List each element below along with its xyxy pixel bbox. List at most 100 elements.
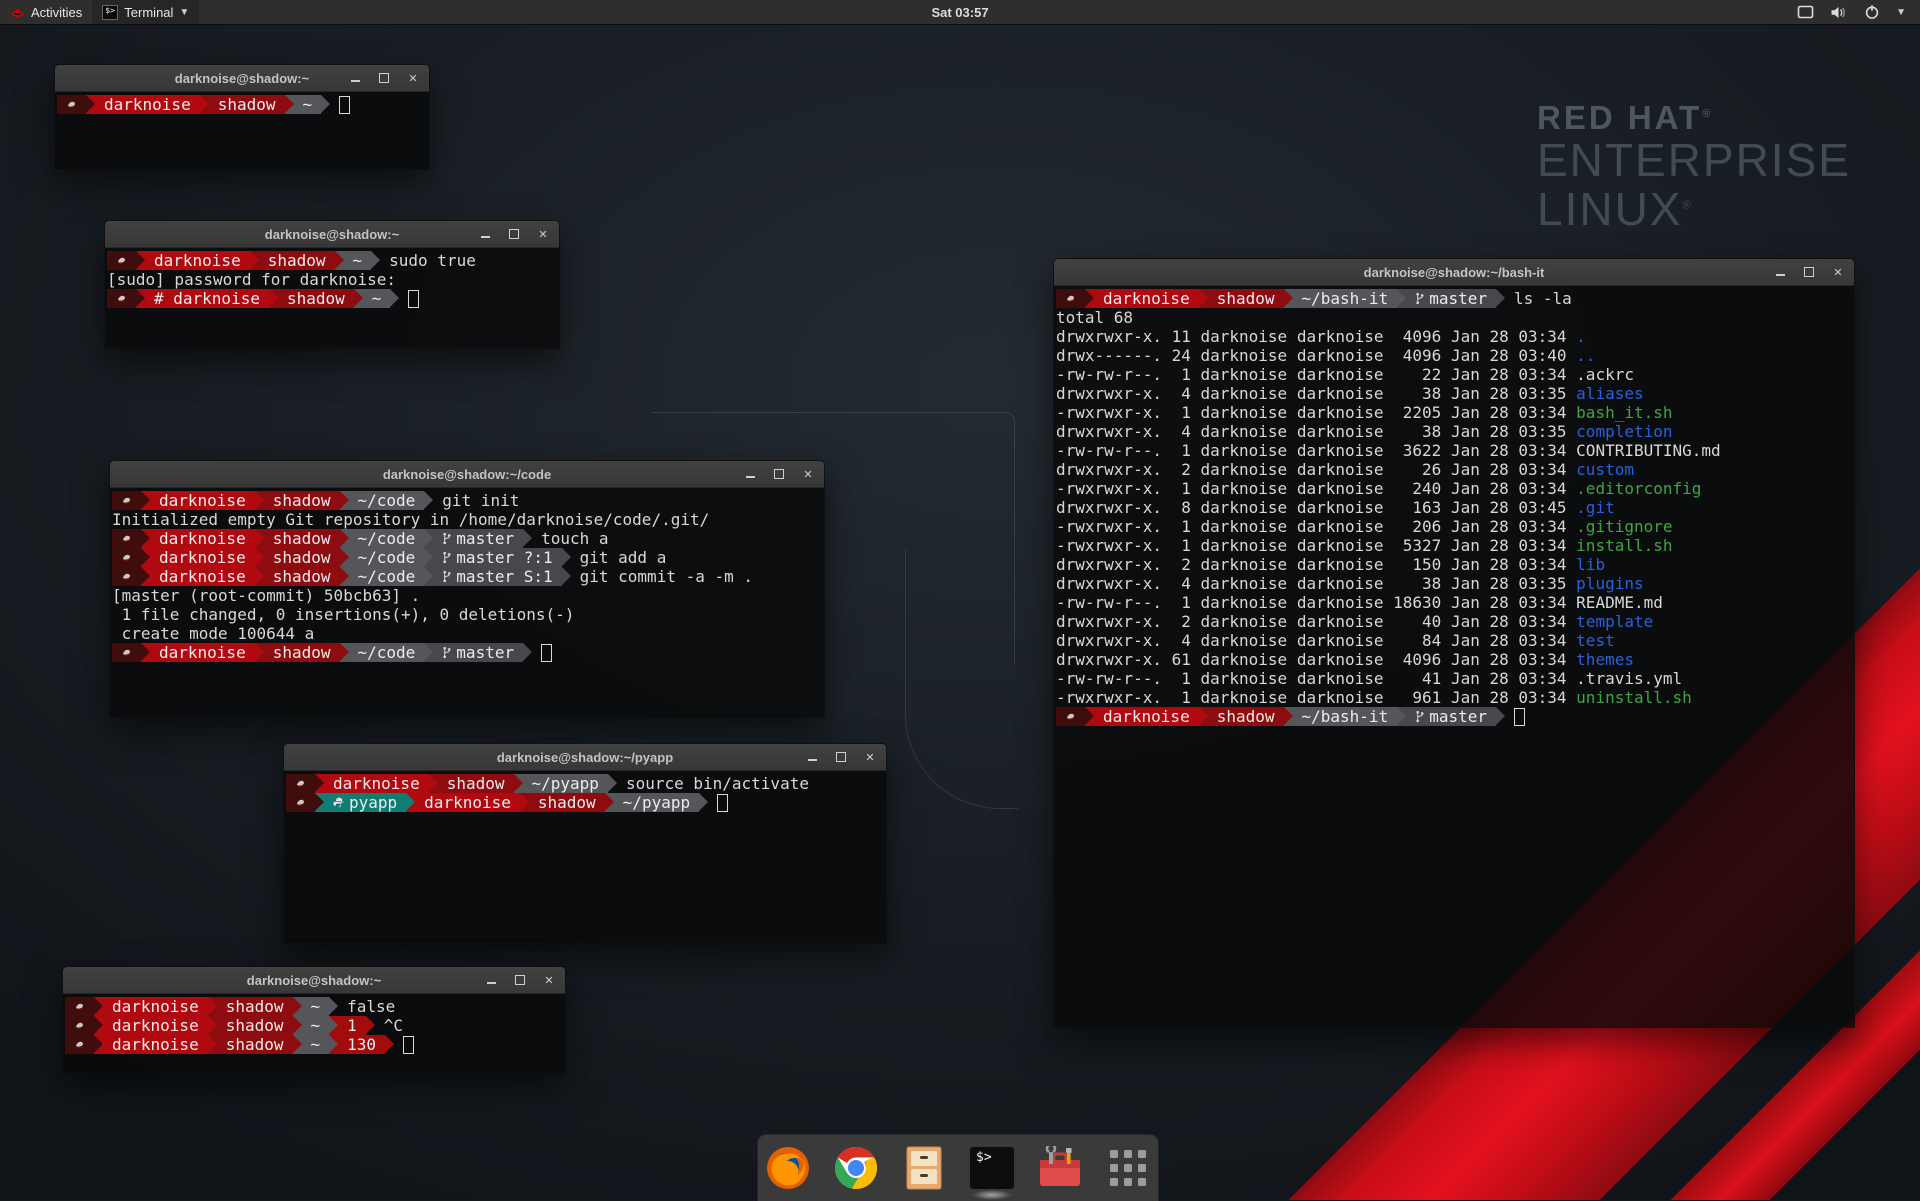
window-controls: ✕ xyxy=(744,461,814,487)
command-text: ls -la xyxy=(1514,289,1572,308)
close-button[interactable]: ✕ xyxy=(537,228,549,240)
prompt-line: darknoiseshadow~1^C xyxy=(65,1016,565,1035)
powerline-separator-icon xyxy=(255,643,264,662)
powerline-separator-icon xyxy=(94,997,103,1016)
prompt-segment-path: ~ xyxy=(363,289,391,308)
file-list-row: drwxrwxr-x. 2 darknoise darknoise 150 Ja… xyxy=(1056,555,1854,574)
minimize-button[interactable] xyxy=(349,72,361,84)
terminal-content[interactable]: darknoiseshadow~/pyappsource bin/activat… xyxy=(284,771,886,943)
file-name: custom xyxy=(1576,460,1634,479)
dock-files-button[interactable] xyxy=(900,1144,948,1192)
prompt-segment-host: shadow xyxy=(264,643,340,662)
file-list-row: drwxrwxr-x. 2 darknoise darknoise 26 Jan… xyxy=(1056,460,1854,479)
powerline-separator-icon xyxy=(1199,289,1208,308)
powerline-separator-icon xyxy=(293,1016,302,1035)
window-controls: ✕ xyxy=(479,221,549,247)
terminal-window-sudo[interactable]: darknoise@shadow:~✕darknoiseshadow~sudo … xyxy=(104,220,560,349)
close-button[interactable]: ✕ xyxy=(1832,266,1844,278)
terminal-window-pyapp[interactable]: darknoise@shadow:~/pyapp✕darknoiseshadow… xyxy=(283,743,887,944)
file-name: template xyxy=(1576,612,1653,631)
powerline-separator-icon xyxy=(424,643,433,662)
dock-toolbox-button[interactable] xyxy=(1036,1144,1084,1192)
file-list-row: drwxrwxr-x. 2 darknoise darknoise 40 Jan… xyxy=(1056,612,1854,631)
prompt-line: darknoiseshadow~/bash-itmaster xyxy=(1056,707,1854,726)
terminal-content[interactable]: darknoiseshadow~ xyxy=(55,92,429,169)
window-titlebar[interactable]: darknoise@shadow:~/code✕ xyxy=(110,461,824,488)
distro-icon xyxy=(295,778,306,789)
terminal-window-code[interactable]: darknoise@shadow:~/code✕darknoiseshadow~… xyxy=(109,460,825,718)
terminal-window-home-1[interactable]: darknoise@shadow:~✕darknoiseshadow~ xyxy=(54,64,430,170)
window-titlebar[interactable]: darknoise@shadow:~ ✕ xyxy=(63,967,565,994)
terminal-content[interactable]: darknoiseshadow~/codegit initInitialized… xyxy=(110,488,824,717)
dock-chrome-button[interactable] xyxy=(832,1144,880,1192)
prompt-segment-branch: master ?:1 xyxy=(433,548,561,567)
activities-button[interactable]: Activities xyxy=(0,0,92,24)
dock-terminal-button[interactable]: $> xyxy=(968,1144,1016,1192)
window-controls: ✕ xyxy=(349,65,419,91)
dock-app-grid-button[interactable] xyxy=(1104,1144,1152,1192)
maximize-button[interactable] xyxy=(835,751,847,763)
powerline-separator-icon xyxy=(340,643,349,662)
toolbox-icon xyxy=(1037,1146,1083,1190)
terminal-cursor xyxy=(541,644,552,662)
prompt-segment-host: shadow xyxy=(217,1016,293,1035)
branch-icon xyxy=(1415,292,1424,305)
prompt-segment-user: darknoise xyxy=(415,793,520,812)
window-titlebar[interactable]: darknoise@shadow:~/pyapp✕ xyxy=(284,744,886,771)
maximize-button[interactable] xyxy=(1803,266,1815,278)
prompt-segment-venv: pyapp xyxy=(324,793,406,812)
powerline-separator-icon xyxy=(329,1016,338,1035)
prompt-line: darknoiseshadow~/codemaster xyxy=(112,643,824,662)
prompt-segment-icon xyxy=(57,95,86,114)
maximize-button[interactable] xyxy=(378,72,390,84)
window-titlebar[interactable]: darknoise@shadow:~✕ xyxy=(105,221,559,248)
prompt-segment-user: darknoise xyxy=(324,774,429,793)
powerline-separator-icon xyxy=(255,491,264,510)
terminal-window-bash-it[interactable]: darknoise@shadow:~/bash-it✕ darknoiseshad… xyxy=(1053,258,1855,1028)
file-list-row: drwxrwxr-x. 4 darknoise darknoise 38 Jan… xyxy=(1056,574,1854,593)
close-button[interactable]: ✕ xyxy=(864,751,876,763)
prompt-segment-icon xyxy=(112,529,141,548)
terminal-content[interactable]: darknoiseshadow~sudo true[sudo] password… xyxy=(105,248,559,348)
window-controls: ✕ xyxy=(806,744,876,770)
powerline-separator-icon xyxy=(424,567,433,586)
dock-firefox-button[interactable] xyxy=(764,1144,812,1192)
window-titlebar[interactable]: darknoise@shadow:~/bash-it✕ xyxy=(1054,259,1854,286)
file-name: themes xyxy=(1576,650,1634,669)
minimize-button[interactable] xyxy=(485,974,497,986)
prompt-segment-user: darknoise xyxy=(1094,707,1199,726)
chevron-down-icon: ▼ xyxy=(179,7,189,18)
maximize-button[interactable] xyxy=(514,974,526,986)
terminal-window-home-2[interactable]: darknoise@shadow:~ ✕ darknoiseshadow~false… xyxy=(62,966,566,1074)
terminal-content[interactable]: darknoiseshadow~falsedarknoiseshadow~1^C… xyxy=(63,994,565,1073)
dock: $> xyxy=(757,1134,1159,1201)
file-list-row: drwxrwxr-x. 4 darknoise darknoise 38 Jan… xyxy=(1056,422,1854,441)
command-text: touch a xyxy=(541,529,608,548)
close-button[interactable]: ✕ xyxy=(543,974,555,986)
terminal-content[interactable]: darknoiseshadow~/bash-itmasterls -latota… xyxy=(1054,286,1854,1027)
prompt-segment-user: # darknoise xyxy=(145,289,269,308)
file-list-row: -rwxrwxr-x. 1 darknoise darknoise 240 Ja… xyxy=(1056,479,1854,498)
minimize-button[interactable] xyxy=(806,751,818,763)
file-name: README.md xyxy=(1576,593,1663,612)
prompt-segment-host: shadow xyxy=(264,491,340,510)
close-button[interactable]: ✕ xyxy=(407,72,419,84)
minimize-button[interactable] xyxy=(1774,266,1786,278)
prompt-segment-host: shadow xyxy=(278,289,354,308)
minimize-button[interactable] xyxy=(744,468,756,480)
window-title: darknoise@shadow:~ xyxy=(247,973,381,988)
file-name: plugins xyxy=(1576,574,1643,593)
file-name: install.sh xyxy=(1576,536,1672,555)
clock[interactable]: Sat 03:57 xyxy=(931,5,988,20)
file-list-row: drwxrwxr-x. 4 darknoise darknoise 38 Jan… xyxy=(1056,384,1854,403)
distro-icon xyxy=(295,797,306,808)
minimize-button[interactable] xyxy=(479,228,491,240)
maximize-button[interactable] xyxy=(508,228,520,240)
close-button[interactable]: ✕ xyxy=(802,468,814,480)
maximize-button[interactable] xyxy=(773,468,785,480)
window-titlebar[interactable]: darknoise@shadow:~✕ xyxy=(55,65,429,92)
prompt-segment-icon xyxy=(286,774,315,793)
system-status-area[interactable]: ▼ xyxy=(1797,4,1920,20)
app-menu-terminal[interactable]: $> Terminal ▼ xyxy=(92,0,199,24)
prompt-segment-branch: master xyxy=(433,529,523,548)
